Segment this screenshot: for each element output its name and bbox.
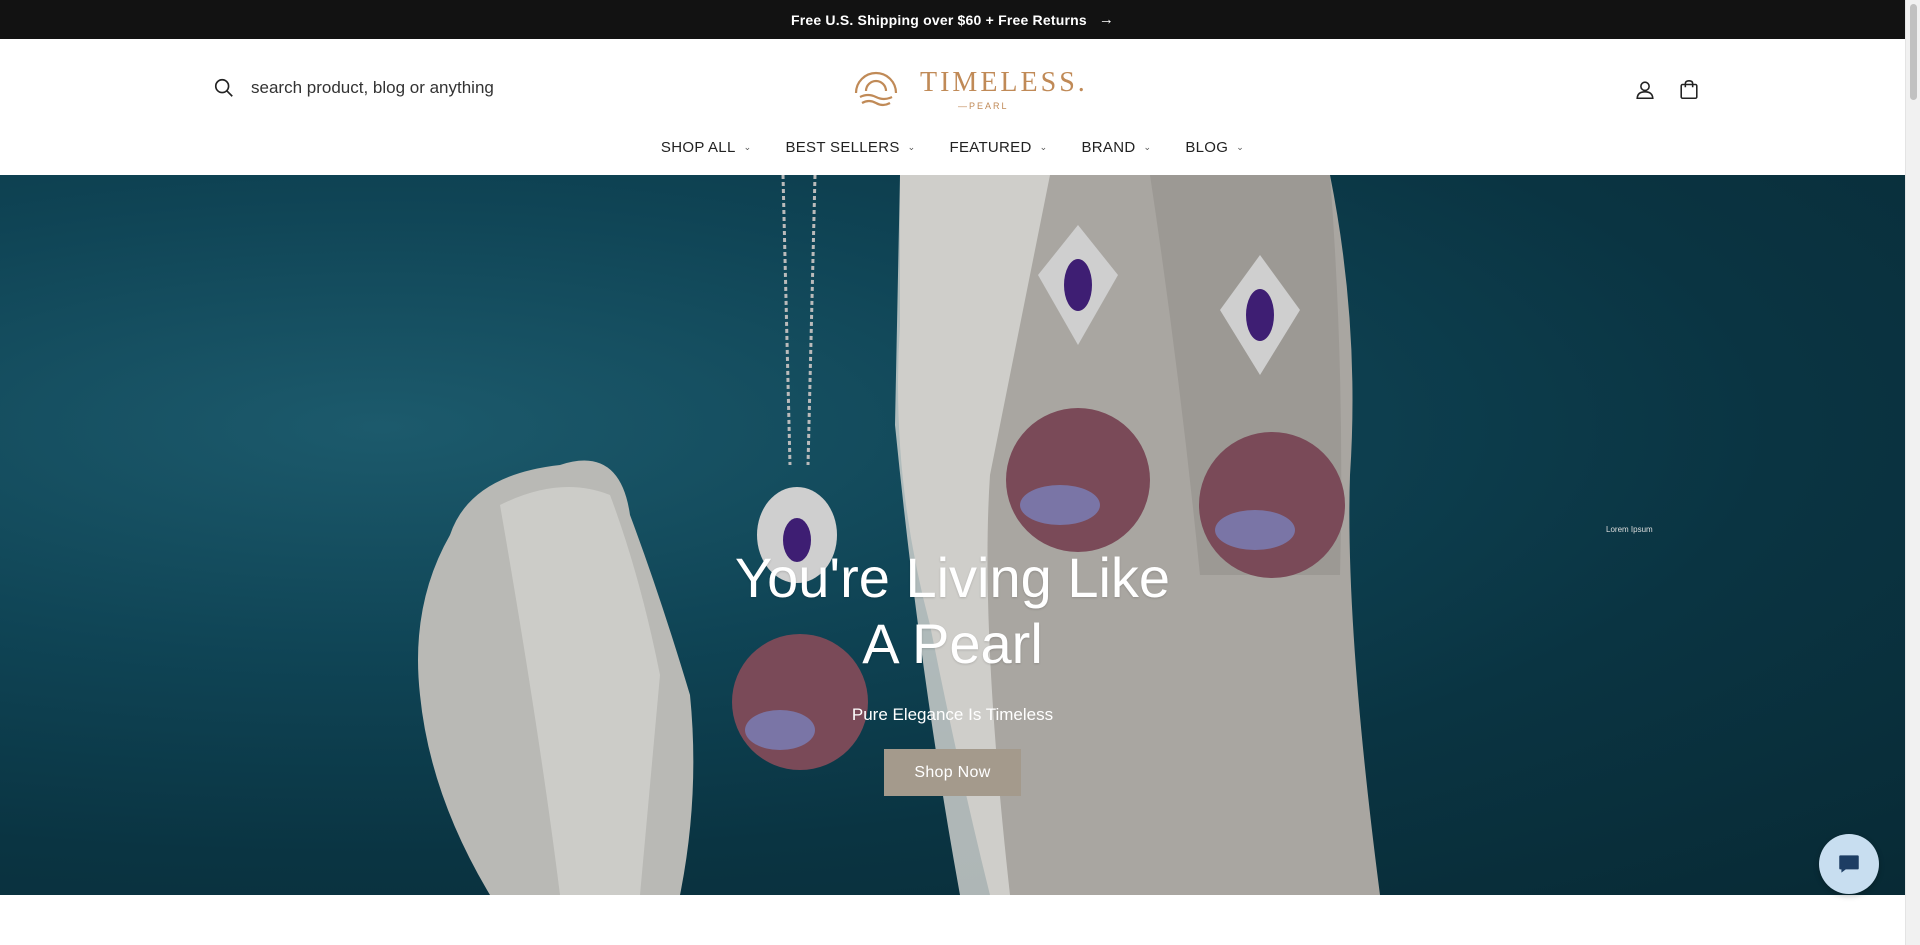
chat-bubble-icon[interactable] bbox=[1836, 851, 1862, 877]
logo-wordmark: TIMELESS. bbox=[920, 67, 1088, 98]
logo[interactable]: TIMELESS. —PEARL bbox=[850, 61, 1085, 113]
hero-banner: Lorem Ipsum You're Living Like A Pearl P… bbox=[0, 175, 1905, 895]
nav-item-brand[interactable]: BRAND ⌄ bbox=[1064, 139, 1168, 156]
nav-label[interactable]: SHOP ALL bbox=[661, 139, 736, 156]
nav-label[interactable]: BEST SELLERS bbox=[785, 139, 899, 156]
header-icons bbox=[1632, 77, 1702, 103]
search-bar[interactable] bbox=[213, 77, 551, 99]
search-icon[interactable] bbox=[213, 77, 235, 99]
chevron-down-icon[interactable]: ⌄ bbox=[744, 142, 752, 153]
main-nav: SHOP ALL ⌄ BEST SELLERS ⌄ FEATURED ⌄ BRAND ⌄… bbox=[0, 139, 1905, 156]
arrow-right-icon[interactable]: → bbox=[1099, 11, 1114, 28]
logo-subtitle: —PEARL bbox=[958, 101, 1009, 111]
nav-label[interactable]: FEATURED bbox=[950, 139, 1032, 156]
cart-icon[interactable] bbox=[1676, 77, 1702, 103]
hero-title-line2: A Pearl bbox=[862, 612, 1043, 675]
chat-button[interactable] bbox=[1819, 834, 1879, 894]
announcement-bar[interactable]: Free U.S. Shipping over $60 + Free Retur… bbox=[0, 0, 1905, 39]
chevron-down-icon[interactable]: ⌄ bbox=[1236, 142, 1244, 153]
page: Free U.S. Shipping over $60 + Free Retur… bbox=[0, 0, 1905, 945]
user-icon[interactable] bbox=[1632, 77, 1658, 103]
hero-subtitle: Pure Elegance Is Timeless bbox=[851, 705, 1054, 724]
nav-item-shop-all[interactable]: SHOP ALL ⌄ bbox=[644, 139, 769, 156]
hero-title-line1: You're Living Like bbox=[734, 546, 1171, 609]
logo-mark-icon bbox=[854, 71, 898, 107]
chevron-down-icon[interactable]: ⌄ bbox=[1143, 142, 1151, 153]
nav-item-best-sellers[interactable]: BEST SELLERS ⌄ bbox=[768, 139, 932, 156]
page-scrollbar[interactable] bbox=[1905, 0, 1920, 945]
nav-item-featured[interactable]: FEATURED ⌄ bbox=[933, 139, 1065, 156]
site-header: TIMELESS. —PEARL SHOP ALL ⌄ BEST SELLERS ⌄ bbox=[0, 39, 1905, 175]
chevron-down-icon[interactable]: ⌄ bbox=[1040, 142, 1048, 153]
hero-tiny-text: Lorem Ipsum bbox=[1606, 525, 1653, 534]
nav-label[interactable]: BRAND bbox=[1081, 139, 1135, 156]
section-divider bbox=[0, 895, 1905, 945]
nav-item-blog[interactable]: BLOG ⌄ bbox=[1168, 139, 1261, 156]
scrollbar-thumb[interactable] bbox=[1910, 4, 1917, 100]
shop-now-button[interactable]: Shop Now bbox=[884, 749, 1021, 796]
announcement-text[interactable]: Free U.S. Shipping over $60 + Free Retur… bbox=[791, 12, 1087, 28]
nav-label[interactable]: BLOG bbox=[1185, 139, 1228, 156]
search-input[interactable] bbox=[251, 78, 551, 98]
chevron-down-icon[interactable]: ⌄ bbox=[908, 142, 916, 153]
hero-title: You're Living Like A Pearl bbox=[0, 545, 1905, 677]
